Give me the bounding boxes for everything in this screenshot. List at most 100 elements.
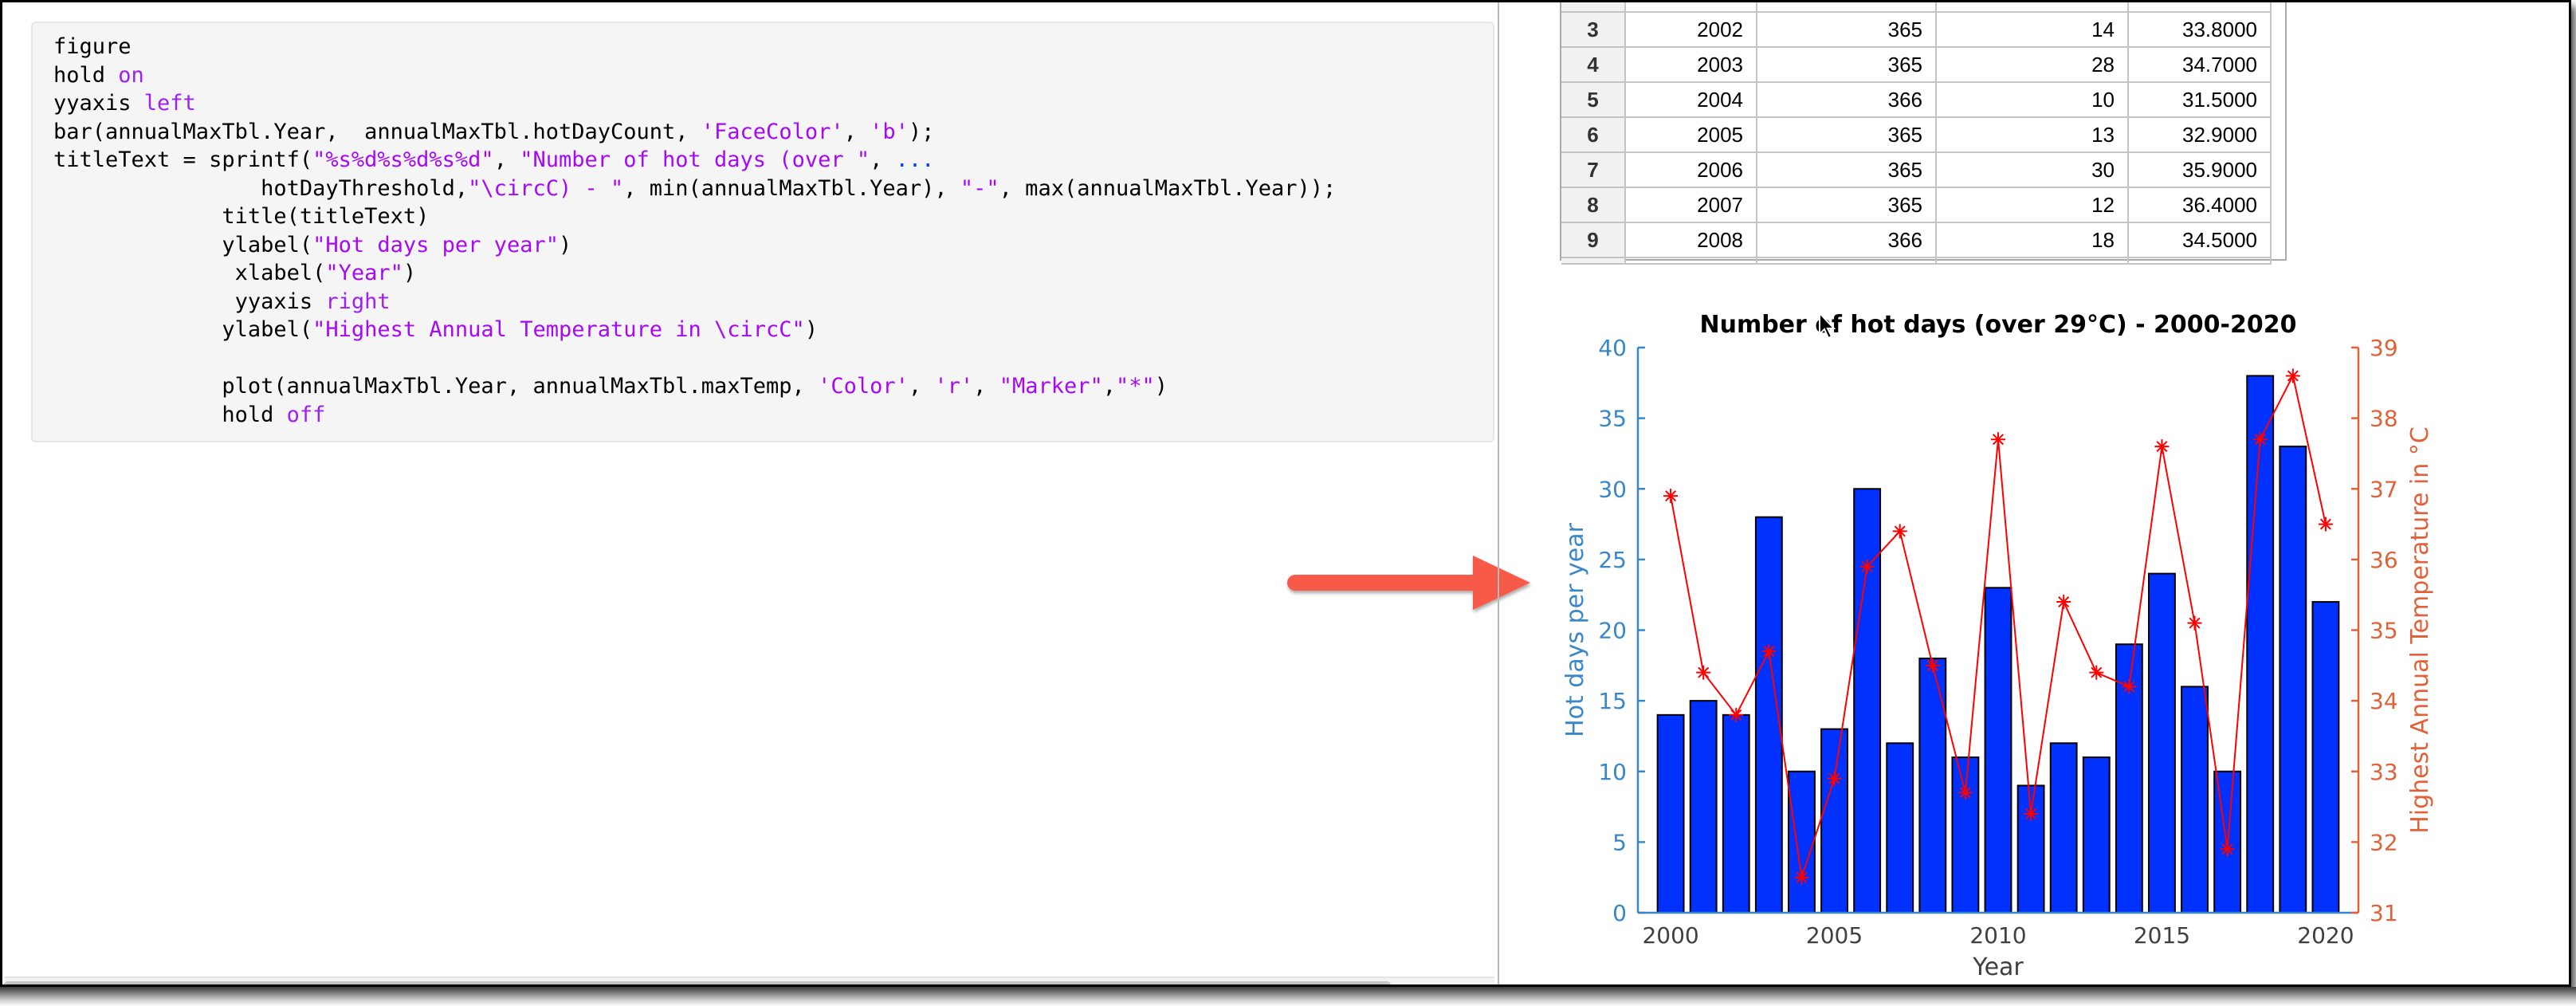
- code-text: hotDayThreshold,: [53, 175, 469, 201]
- left-y-tick-label: 15: [1598, 688, 1627, 714]
- table-cell: 31.5000: [2127, 81, 2272, 118]
- row-number: 5: [1561, 81, 1626, 118]
- code-string: "\circC) - ": [468, 175, 624, 201]
- code-string: "*": [1116, 374, 1155, 399]
- left-y-tick-label: 25: [1598, 547, 1627, 573]
- right-y-tick-label: 33: [2370, 759, 2398, 785]
- code-line[interactable]: bar(annualMaxTbl.Year, annualMaxTbl.hotD…: [53, 118, 934, 147]
- table-cell: 28: [1935, 46, 2129, 83]
- left-y-tick-label: 0: [1612, 900, 1627, 926]
- code-line[interactable]: plot(annualMaxTbl.Year, annualMaxTbl.max…: [53, 372, 1168, 401]
- row-number: 6: [1561, 116, 1626, 153]
- table-row[interactable]: 8 2007 365 12 36.4000: [1561, 187, 2272, 223]
- code-string: "Marker": [999, 374, 1103, 399]
- horizontal-scrollbar-thumb[interactable]: [4, 981, 1391, 984]
- table-cell: 33.8000: [2127, 11, 2272, 48]
- table-cell: 2003: [1624, 46, 1757, 83]
- code-text: hold: [53, 402, 287, 427]
- code-block[interactable]: figure hold on yyaxis left bar(annualMaxTbl…: [31, 22, 1494, 442]
- mouse-cursor-icon: [1819, 312, 1836, 340]
- table-cell: 365: [1756, 187, 1937, 223]
- code-string: 'Color': [818, 374, 909, 399]
- code-text: ,: [870, 147, 896, 172]
- bar: [1820, 728, 1848, 914]
- code-line[interactable]: ylabel("Highest Annual Temperature in \c…: [53, 316, 818, 344]
- table-cell: 366: [1756, 222, 1937, 258]
- code-string: "-": [960, 175, 999, 201]
- left-y-tick-label: 35: [1598, 406, 1627, 432]
- table-cell: 10: [1935, 81, 2129, 118]
- table-row[interactable]: 4 2003 365 28 34.7000: [1561, 46, 2272, 83]
- table-row[interactable]: 5 2004 366 10 31.5000: [1561, 81, 2272, 118]
- data-table[interactable]: 3 2002 365 14 33.8000 4 2003 365 28 34.7000 5 2004 3…: [1560, 2, 2287, 265]
- code-string: "Highest Annual Temperature in \circC": [312, 317, 805, 342]
- code-keyword: on: [118, 62, 144, 88]
- x-tick-label: 2015: [2134, 922, 2190, 949]
- code-line[interactable]: ylabel("Hot days per year"): [53, 231, 571, 260]
- bar: [2016, 784, 2045, 914]
- right-y-tick-label: 36: [2370, 547, 2398, 573]
- bar: [2246, 375, 2275, 914]
- right-y-tick-label: 32: [2370, 829, 2398, 855]
- table-cell: 2004: [1624, 81, 1757, 118]
- table-cell: 2005: [1624, 116, 1757, 153]
- temperature-marker: [1991, 432, 2005, 447]
- code-line[interactable]: figure: [53, 33, 132, 61]
- table-cell: [1561, 257, 1626, 265]
- code-line[interactable]: hold on: [53, 61, 144, 90]
- x-tick-label: 2020: [2297, 922, 2354, 949]
- code-line[interactable]: xlabel("Year"): [53, 259, 417, 288]
- code-text: figure: [53, 34, 132, 59]
- table-cell: [1624, 257, 1757, 265]
- x-tick-label: 2010: [1969, 922, 2026, 949]
- bar: [1722, 713, 1750, 914]
- table-row[interactable]: 6 2005 365 13 32.9000: [1561, 116, 2272, 153]
- code-string: 'b': [870, 119, 909, 144]
- table-row-partial: [1561, 2, 2272, 13]
- table-cell: 32.9000: [2127, 116, 2272, 153]
- code-text: xlabel(: [53, 261, 326, 285]
- code-line[interactable]: hold off: [53, 401, 325, 430]
- code-text: ,: [1102, 374, 1116, 399]
- table-cell: 12: [1935, 187, 2129, 223]
- code-keyword: left: [143, 91, 196, 116]
- temperature-marker: [2154, 439, 2170, 454]
- table-cell: [1756, 257, 1937, 265]
- chart: 0 5 10 15 20 25 30 35 40 31 32 33 34 35 36 37 38 39 2000 20…: [1561, 311, 2434, 981]
- temperature-marker: [1729, 707, 1744, 722]
- bar: [2181, 686, 2209, 914]
- code-line[interactable]: title(titleText): [53, 202, 429, 231]
- code-text: yyaxis: [53, 91, 144, 116]
- right-y-tick-label: 31: [2370, 900, 2398, 926]
- table-row[interactable]: 9 2008 366 18 34.5000: [1561, 222, 2272, 258]
- code-text: ,: [908, 374, 935, 399]
- screenshot-frame: figure hold on yyaxis left bar(annualMaxTbl…: [0, 0, 2571, 987]
- right-y-axis-label: Highest Annual Temperature in °C: [2406, 426, 2434, 834]
- row-number: 8: [1561, 187, 1626, 223]
- code-line[interactable]: yyaxis right: [53, 288, 391, 316]
- bar: [1984, 587, 2012, 914]
- code-line[interactable]: yyaxis left: [53, 89, 196, 118]
- table-cell: 2002: [1624, 11, 1757, 48]
- code-string: "Year": [325, 261, 403, 285]
- bar: [2279, 446, 2307, 914]
- table-row[interactable]: 3 2002 365 14 33.8000: [1561, 11, 2272, 48]
- pane-divider[interactable]: [1498, 2, 1499, 984]
- table-cell: 13: [1935, 116, 2129, 153]
- left-y-tick-label: 20: [1598, 618, 1627, 644]
- left-y-tick-label: 10: [1598, 759, 1627, 785]
- code-keyword: off: [286, 402, 326, 427]
- window-shadow: [0, 987, 2576, 1006]
- row-number: 7: [1561, 151, 1626, 188]
- right-y-tick-label: 38: [2370, 406, 2398, 432]
- table-cell: 2006: [1624, 151, 1757, 188]
- code-line[interactable]: titleText = sprintf("%s%d%s%d%s%d", "Num…: [53, 146, 934, 175]
- code-text: hold: [53, 62, 119, 88]
- table-cell: [1935, 2, 2129, 13]
- code-line[interactable]: hotDayThreshold,"\circC) - ", min(annual…: [53, 175, 1336, 203]
- bar: [2311, 601, 2340, 914]
- table-row[interactable]: 7 2006 365 30 35.9000: [1561, 151, 2272, 188]
- table-cell: 365: [1756, 11, 1937, 48]
- code-text: , min(annualMaxTbl.Year),: [623, 175, 960, 201]
- left-y-tick-label: 5: [1612, 829, 1627, 855]
